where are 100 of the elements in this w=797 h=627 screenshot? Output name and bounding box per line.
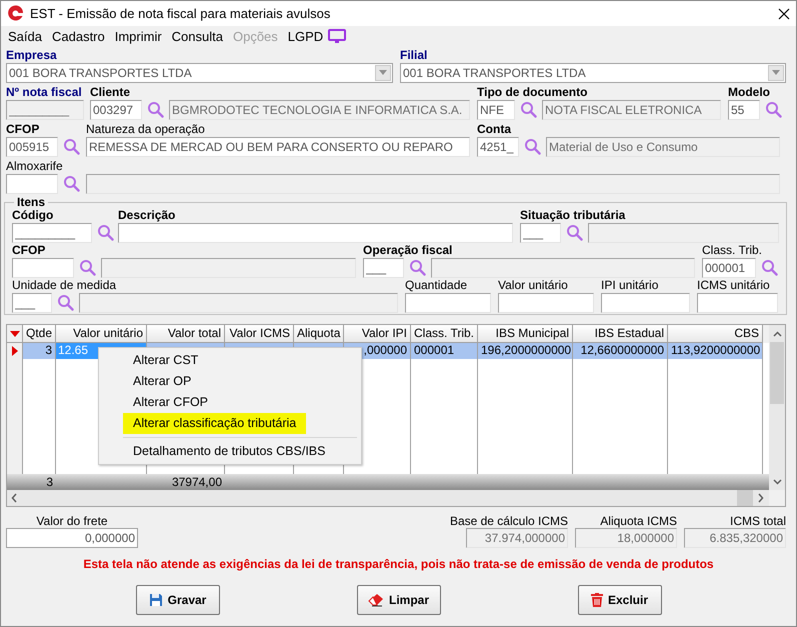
horizontal-scrollbar[interactable]: [7, 490, 769, 506]
search-icon[interactable]: [57, 294, 74, 311]
menu-item[interactable]: Detalhamento de tributos CBS/IBS: [123, 441, 336, 462]
row-pointer-icon: [12, 346, 18, 356]
search-icon[interactable]: [524, 138, 541, 155]
search-icon[interactable]: [63, 175, 80, 192]
search-icon[interactable]: [63, 138, 80, 155]
vertical-scrollbar[interactable]: [769, 325, 785, 490]
field-label: ICMS unitário: [697, 278, 770, 292]
input-field[interactable]: [697, 292, 778, 312]
field-label: CFOP: [12, 243, 46, 257]
menu-item[interactable]: LGPD: [282, 28, 328, 44]
field-label: Filial: [400, 48, 428, 62]
scroll-thumb[interactable]: [770, 342, 784, 404]
scroll-up-icon[interactable]: [772, 330, 782, 336]
field-label: Valor unitário: [498, 278, 568, 292]
input-field[interactable]: REMESSA DE MERCAD OU BEM PARA CONSERTO OU REPARO: [86, 136, 470, 156]
column-header[interactable]: IBS Estadual: [573, 325, 668, 343]
clear-button[interactable]: Limpar: [356, 585, 440, 615]
group-title: Itens: [16, 196, 46, 208]
table-cell: 113,9200000000: [668, 343, 763, 359]
field-label: Almoxarife: [6, 159, 63, 173]
column-header[interactable]: Valor ICMS: [225, 325, 294, 343]
search-icon[interactable]: [97, 224, 114, 241]
field-label: Nº nota fiscal: [6, 85, 82, 99]
trash-icon: [590, 593, 603, 607]
scroll-thumb[interactable]: [737, 490, 753, 506]
caret-icon: [379, 70, 387, 75]
table-cell: 3: [23, 343, 56, 359]
caret-icon: [772, 70, 780, 75]
search-icon[interactable]: [765, 101, 782, 118]
search-icon[interactable]: [566, 224, 583, 241]
input-field[interactable]: [118, 222, 513, 242]
scroll-down-icon[interactable]: [772, 478, 782, 484]
search-icon[interactable]: [409, 259, 426, 276]
app-logo-icon: [7, 5, 24, 22]
input-field[interactable]: ___: [363, 258, 404, 278]
menu-item[interactable]: Consulta: [166, 28, 228, 44]
window-title: EST - Emissão de nota fiscal para materiais avulsos: [30, 6, 332, 21]
total-cell-text: 3: [45, 474, 54, 490]
menu-item[interactable]: Imprimir: [110, 28, 167, 44]
input-field[interactable]: [601, 292, 690, 312]
field-label: Class. Trib.: [702, 243, 762, 257]
input-field[interactable]: [6, 174, 58, 194]
field-label: Operação fiscal: [363, 243, 452, 257]
input-field[interactable]: 0,000000: [6, 528, 138, 548]
dropdown[interactable]: 001 BORA TRANSPORTES LTDA: [6, 62, 393, 82]
dropdown[interactable]: 001 BORA TRANSPORTES LTDA: [400, 62, 786, 82]
column-header[interactable]: Valor IPI: [344, 325, 411, 343]
input-field[interactable]: 55: [728, 100, 760, 120]
floppy-icon: [148, 593, 163, 607]
sort-arrow-icon[interactable]: [10, 330, 20, 336]
input-field[interactable]: [12, 258, 74, 278]
field-label: Base de cálculo ICMS: [450, 514, 568, 528]
input-field[interactable]: [405, 292, 491, 312]
menu-item[interactable]: Cadastro: [46, 28, 110, 44]
monitor-icon[interactable]: [328, 28, 346, 44]
input-field[interactable]: [498, 292, 594, 312]
column-header[interactable]: Class. Trib.: [411, 325, 478, 343]
input-field[interactable]: 000001: [702, 258, 756, 278]
field-label: Conta: [477, 122, 511, 136]
input-field[interactable]: 4251_: [477, 136, 519, 156]
column-header[interactable]: IBS Municipal: [478, 325, 573, 343]
column-header[interactable]: CBS: [668, 325, 763, 343]
input-field[interactable]: ___: [12, 292, 52, 312]
field-label: CFOP: [6, 122, 40, 136]
total-cell-text: 37974,00: [170, 474, 223, 490]
search-icon[interactable]: [79, 259, 96, 276]
field-label: ICMS total: [730, 514, 786, 528]
menu-item[interactable]: Saída: [3, 28, 47, 44]
field-label: Quantidade: [405, 278, 468, 292]
delete-button[interactable]: Excluir: [578, 585, 662, 615]
field-label: Modelo: [728, 85, 770, 99]
input-field[interactable]: _________: [12, 222, 92, 242]
input-field[interactable]: 003297: [90, 100, 142, 120]
field-label: Empresa: [6, 48, 57, 62]
search-icon[interactable]: [520, 101, 537, 118]
eraser-icon: [368, 593, 384, 607]
field-label: Código: [12, 208, 54, 222]
field-label: Unidade de medida: [12, 278, 116, 292]
search-icon[interactable]: [147, 101, 164, 118]
save-button[interactable]: Gravar: [136, 585, 220, 615]
input-field[interactable]: ___: [520, 222, 561, 242]
close-icon[interactable]: [778, 8, 790, 20]
input-field[interactable]: 005915: [6, 136, 58, 156]
input-field[interactable]: NFE: [477, 100, 515, 120]
column-header[interactable]: Valor total: [147, 325, 225, 343]
table-cell: 196,2000000000: [478, 343, 573, 359]
column-header[interactable]: Valor unitário: [56, 325, 147, 343]
menu-item[interactable]: Alterar classificação tributária: [123, 413, 306, 434]
field-label: Valor do frete: [36, 514, 108, 528]
table-cell: 12,6600000000: [573, 343, 668, 359]
column-header[interactable]: Qtde: [23, 325, 56, 343]
field-label: Tipo de documento: [477, 85, 588, 99]
search-icon[interactable]: [761, 259, 778, 276]
field-label: IPI unitário: [601, 278, 658, 292]
menu-item[interactable]: Alterar CFOP: [123, 392, 218, 413]
field-label: Descrição: [118, 208, 176, 222]
menu-item[interactable]: Alterar OP: [123, 371, 202, 392]
column-header[interactable]: Aliquota: [294, 325, 344, 343]
